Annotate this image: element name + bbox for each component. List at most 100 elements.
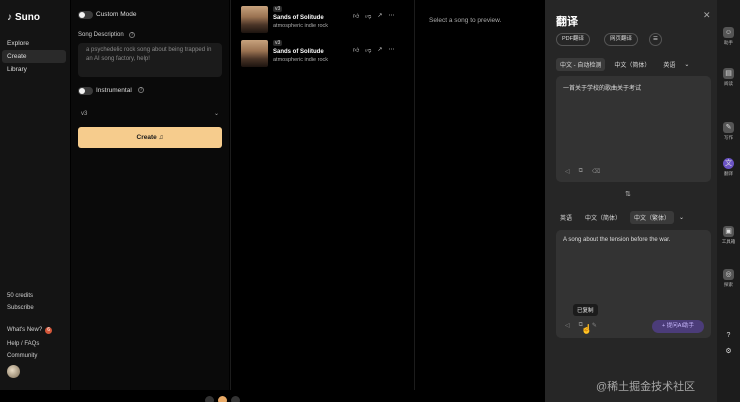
translate-icon[interactable]: 文 — [723, 158, 734, 169]
target-text[interactable]: A song about the tension before the war. — [563, 237, 670, 243]
lang-option[interactable]: 英语 — [659, 58, 679, 71]
explore-icon[interactable]: ◎ — [723, 269, 734, 280]
copy-icon[interactable]: ⧉ — [579, 168, 583, 175]
assistant-icon[interactable]: ☺ — [723, 27, 734, 38]
instrumental-toggle[interactable] — [78, 87, 93, 95]
song-description-label: Song Description — [78, 32, 124, 38]
scroll-dot[interactable] — [231, 396, 240, 402]
toolbox-icon[interactable]: ▣ — [723, 226, 734, 237]
instrumental-label: Instrumental — [96, 87, 132, 94]
version-select[interactable]: v3 ⌄ — [78, 108, 222, 121]
rail-label: 阅读 — [724, 81, 733, 86]
subscribe-link[interactable]: Subscribe — [7, 305, 34, 311]
rail-label: 工具箱 — [721, 239, 736, 244]
more-icon[interactable]: ⋯ — [388, 46, 394, 54]
speaker-icon[interactable]: ◁ — [565, 168, 570, 175]
app-name: Suno — [15, 12, 40, 23]
avatar[interactable] — [7, 365, 20, 378]
delete-icon[interactable]: ⌫ — [592, 168, 600, 175]
version-badge: v3 — [273, 6, 283, 12]
rail-label: 助手 — [724, 40, 733, 45]
settings-icon[interactable]: ⚙ — [723, 346, 734, 357]
whats-new-link[interactable]: What's New? 6 — [7, 327, 53, 334]
nav-explore[interactable]: Explore — [2, 37, 66, 50]
credits-text: 50 credits — [7, 293, 34, 299]
help-link[interactable]: Help / FAQs — [7, 341, 39, 347]
speaker-icon[interactable]: ◁ — [565, 322, 570, 329]
source-text[interactable]: 一首关于学校的歌曲关于考试 — [563, 83, 641, 92]
chevron-down-icon: ⌄ — [213, 111, 219, 117]
pdf-translate-button[interactable]: PDF翻译 — [556, 33, 591, 46]
version-value: v3 — [81, 111, 88, 117]
create-panel: Custom Mode Song Description ? a psyched… — [71, 0, 229, 390]
thumbs-down-icon[interactable]: 👎︎ — [365, 46, 371, 54]
song-list: v3 Sands of Solitude atmospheric indie r… — [230, 0, 415, 390]
help-icon[interactable]: ? — [129, 32, 135, 38]
nav-create[interactable]: Create — [2, 50, 66, 63]
song-description-input[interactable]: a psychedelic rock song about being trap… — [78, 43, 222, 77]
preview-panel: Select a song to preview. — [416, 0, 542, 390]
share-icon[interactable]: ↗ — [377, 46, 382, 54]
feedback-icon[interactable]: ✎ — [592, 322, 597, 329]
lang-option[interactable]: 中文（简体） — [581, 211, 625, 224]
create-button[interactable]: Create ♫ — [78, 127, 222, 148]
lang-option[interactable]: 英语 — [556, 211, 576, 224]
custom-mode-toggle[interactable] — [78, 11, 93, 19]
rail-label: 翻译 — [724, 171, 733, 176]
music-note-icon: ♫ — [158, 134, 164, 141]
right-icon-rail: ☺ 助手 ▤ 阅读 ✎ 写作 文 翻译 ▣ 工具箱 ◎ 探索 ? ⚙ — [717, 0, 740, 402]
scroll-dot[interactable] — [218, 396, 227, 402]
version-badge: v3 — [273, 40, 283, 46]
more-icon[interactable]: ⋯ — [388, 12, 394, 20]
lang-option[interactable]: 中文 - 自动检测 — [556, 58, 606, 71]
cursor-icon: ☝ — [581, 324, 593, 334]
write-icon[interactable]: ✎ — [723, 122, 734, 133]
custom-mode-label: Custom Mode — [96, 11, 137, 18]
read-icon[interactable]: ▤ — [723, 68, 734, 79]
song-actions: 👍︎ 👎︎ ↗ ⋯ — [353, 12, 394, 20]
source-language-row: 中文 - 自动检测 中文（简体） 英语 ⌄ — [556, 58, 689, 71]
song-title[interactable]: Sands of Solitude — [273, 49, 324, 55]
suno-logo[interactable]: ♪ Suno — [7, 12, 40, 23]
song-style: atmospheric indie rock — [273, 23, 329, 29]
rail-label: 写作 — [724, 135, 733, 140]
watermark: @稀土掘金技术社区 — [596, 381, 696, 393]
chevron-down-icon[interactable]: ⌄ — [684, 61, 689, 68]
thumbs-up-icon[interactable]: 👍︎ — [353, 12, 359, 20]
lang-option[interactable]: 中文（简体） — [610, 58, 654, 71]
song-actions: 👍︎ 👎︎ ↗ ⋯ — [353, 46, 394, 54]
thumbs-up-icon[interactable]: 👍︎ — [353, 46, 359, 54]
scroll-dot[interactable] — [205, 396, 214, 402]
notification-badge: 6 — [45, 327, 53, 334]
ask-ai-button[interactable]: + 提问AI助手 — [652, 320, 704, 333]
song-title[interactable]: Sands of Solitude — [273, 15, 324, 21]
sidebar: ♪ Suno Explore Create Library 50 credits… — [0, 0, 70, 390]
song-style: atmospheric indie rock — [273, 57, 329, 63]
lang-option[interactable]: 中文（繁体） — [630, 211, 675, 224]
translate-panel: 翻译 ✕ PDF翻译 网页翻译 ☰ 中文 - 自动检测 中文（简体） 英语 ⌄ … — [545, 0, 717, 402]
list-item[interactable]: v3 Sands of Solitude atmospheric indie r… — [241, 6, 411, 34]
rail-label: 探索 — [724, 282, 733, 287]
preview-empty-text: Select a song to preview. — [429, 17, 502, 24]
webpage-translate-button[interactable]: 网页翻译 — [604, 33, 639, 46]
more-icon[interactable]: ☰ — [649, 33, 662, 46]
list-item[interactable]: v3 Sands of Solitude atmospheric indie r… — [241, 40, 411, 68]
source-actions: ◁ ⧉ ⌫ — [565, 168, 600, 175]
target-language-row: 英语 中文（简体） 中文（繁体） ⌄ — [556, 211, 684, 224]
share-icon[interactable]: ↗ — [377, 12, 382, 20]
help-icon[interactable]: ? — [723, 330, 734, 341]
song-cover-image[interactable] — [241, 6, 268, 33]
source-text-card[interactable]: 一首关于学校的歌曲关于考试 ◁ ⧉ ⌫ — [556, 76, 711, 182]
help-icon[interactable]: ? — [138, 87, 144, 93]
whats-new-label: What's New? — [7, 327, 43, 333]
close-icon[interactable]: ✕ — [703, 10, 711, 21]
translate-title: 翻译 — [556, 16, 578, 28]
chevron-down-icon[interactable]: ⌄ — [679, 214, 684, 221]
thumbs-down-icon[interactable]: 👎︎ — [365, 12, 371, 20]
nav-library[interactable]: Library — [2, 63, 66, 76]
scroll-indicator[interactable] — [205, 396, 249, 402]
swap-icon[interactable]: ⇅ — [625, 190, 631, 198]
community-link[interactable]: Community — [7, 353, 37, 359]
music-note-icon: ♪ — [7, 12, 12, 23]
song-cover-image[interactable] — [241, 40, 268, 67]
